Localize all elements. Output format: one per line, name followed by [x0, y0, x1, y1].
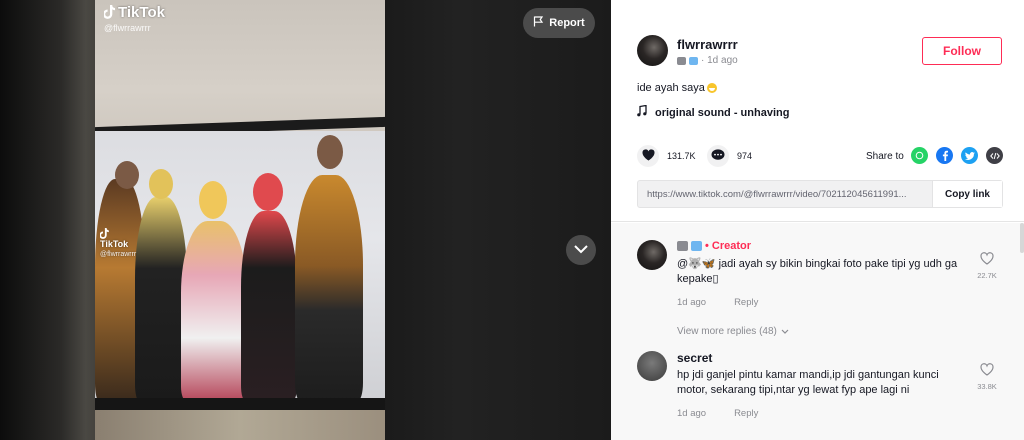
figure-father-head	[115, 161, 139, 189]
video-floor	[95, 410, 385, 440]
comment-text: @🐺🦋 jadi ayah sy bikin bingkai foto pake…	[677, 258, 958, 285]
watermark-top: TikTok @flwrrawrrr	[102, 4, 165, 33]
share-label: Share to	[866, 151, 904, 162]
comment-like-count: 22.7K	[977, 271, 997, 280]
comment-item: secret hp jdi ganjel pintu kamar mandi,i…	[637, 351, 1007, 440]
watermark-logo-text: TikTok	[118, 4, 165, 21]
comment-count: 974	[737, 151, 753, 161]
report-button[interactable]: Report	[523, 8, 595, 38]
comment-icon	[711, 149, 725, 163]
comment-stat: 974	[707, 145, 752, 167]
flag-icon	[533, 16, 544, 30]
comment-button[interactable]	[707, 145, 729, 167]
view-more-label: View more replies (48)	[677, 326, 777, 337]
author-avatar[interactable]	[637, 35, 668, 66]
tv-frame-bottom	[95, 398, 385, 410]
comment-meta: 1d ago Reply	[677, 297, 758, 308]
comment-scrollbar[interactable]	[1020, 223, 1024, 253]
twitter-icon[interactable]	[961, 147, 978, 164]
watermark-logo-small: TikTok	[99, 228, 136, 249]
music-note-icon	[637, 104, 647, 120]
embed-icon[interactable]	[986, 147, 1003, 164]
butterfly-emoji-icon	[689, 56, 698, 65]
author-meta: · 1d ago	[677, 55, 738, 66]
wolf-emoji-icon	[677, 56, 686, 65]
next-video-button[interactable]	[566, 235, 596, 265]
video-info-header: flwrrawrrr · 1d ago Follow ide ayah saya…	[611, 0, 1024, 222]
reply-button[interactable]: Reply	[734, 408, 758, 419]
video-caption: ide ayah saya	[637, 82, 717, 94]
figure-son	[295, 175, 363, 401]
like-count: 131.7K	[667, 151, 696, 161]
heart-outline-icon	[980, 252, 994, 269]
wolf-emoji-icon	[677, 241, 688, 251]
watermark-username: @flwrrawrrr	[104, 23, 151, 33]
report-label: Report	[549, 17, 585, 29]
figure-mother-head	[253, 173, 283, 211]
comment-author[interactable]: • Creator	[677, 240, 751, 252]
heart-icon	[641, 149, 655, 163]
watermark-username-small: @flwrrawrrr	[100, 251, 137, 258]
tiktok-logo-small-icon	[99, 228, 109, 239]
author-username[interactable]: flwrrawrrr	[677, 37, 738, 52]
comment-avatar[interactable]	[637, 351, 667, 381]
caption-text: ide ayah saya	[637, 82, 705, 94]
watermark-middle: TikTok @flwrrawrrr	[99, 228, 137, 258]
figure-mother	[241, 211, 297, 401]
video-stage: TikTok @flwrrawrrr TikTok @flwrrawrrr Re…	[0, 0, 611, 440]
music-title: original sound - unhaving	[655, 106, 790, 119]
butterfly-emoji-icon	[691, 241, 702, 251]
video-link-box: https://www.tiktok.com/@flwrrawrrr/video…	[637, 180, 1003, 208]
like-button[interactable]	[637, 145, 659, 167]
figure-son-head	[317, 135, 343, 169]
creator-badge: • Creator	[705, 240, 752, 252]
facebook-icon[interactable]	[936, 147, 953, 164]
comment-author[interactable]: secret	[677, 351, 712, 365]
figure-girl	[181, 221, 247, 401]
grin-emoji-icon	[706, 83, 717, 93]
comment-time: 1d ago	[677, 297, 707, 308]
like-stat: 131.7K	[637, 145, 696, 167]
figure-graduate-head	[149, 169, 173, 199]
whatsapp-icon[interactable]	[911, 147, 928, 164]
video-link-text[interactable]: https://www.tiktok.com/@flwrrawrrr/video…	[638, 181, 932, 207]
figure-graduate	[135, 197, 187, 401]
chevron-down-small-icon	[781, 326, 789, 337]
detail-panel: flwrrawrrr · 1d ago Follow ide ayah saya…	[611, 0, 1024, 440]
follow-button[interactable]: Follow	[922, 37, 1002, 65]
heart-outline-icon	[980, 363, 994, 380]
view-more-replies[interactable]: View more replies (48)	[677, 326, 789, 337]
music-link[interactable]: original sound - unhaving	[637, 104, 790, 120]
tv-screen	[95, 131, 385, 401]
comment-time: 1d ago	[677, 408, 707, 419]
watermark-logo-small-text: TikTok	[100, 239, 129, 249]
comment-text: hp jdi ganjel pintu kamar mandi,ip jdi g…	[677, 369, 939, 396]
comment-list[interactable]: • Creator @🐺🦋 jadi ayah sy bikin bingkai…	[611, 223, 1024, 440]
copy-link-button[interactable]: Copy link	[932, 181, 1002, 207]
figure-girl-head	[199, 181, 227, 219]
watermark-logo: TikTok	[102, 4, 165, 21]
chevron-down-icon	[574, 241, 588, 259]
comment-avatar[interactable]	[637, 240, 667, 270]
comment-like[interactable]: 22.7K	[973, 252, 1001, 280]
post-time: · 1d ago	[701, 55, 738, 66]
comment-meta: 1d ago Reply	[677, 408, 758, 419]
comment-like-count: 33.8K	[977, 382, 997, 391]
video-player[interactable]	[95, 0, 385, 440]
tiktok-logo-icon	[102, 5, 115, 19]
comment-item: • Creator @🐺🦋 jadi ayah sy bikin bingkai…	[637, 240, 1007, 330]
reply-button[interactable]: Reply	[734, 297, 758, 308]
comment-like[interactable]: 33.8K	[973, 363, 1001, 391]
